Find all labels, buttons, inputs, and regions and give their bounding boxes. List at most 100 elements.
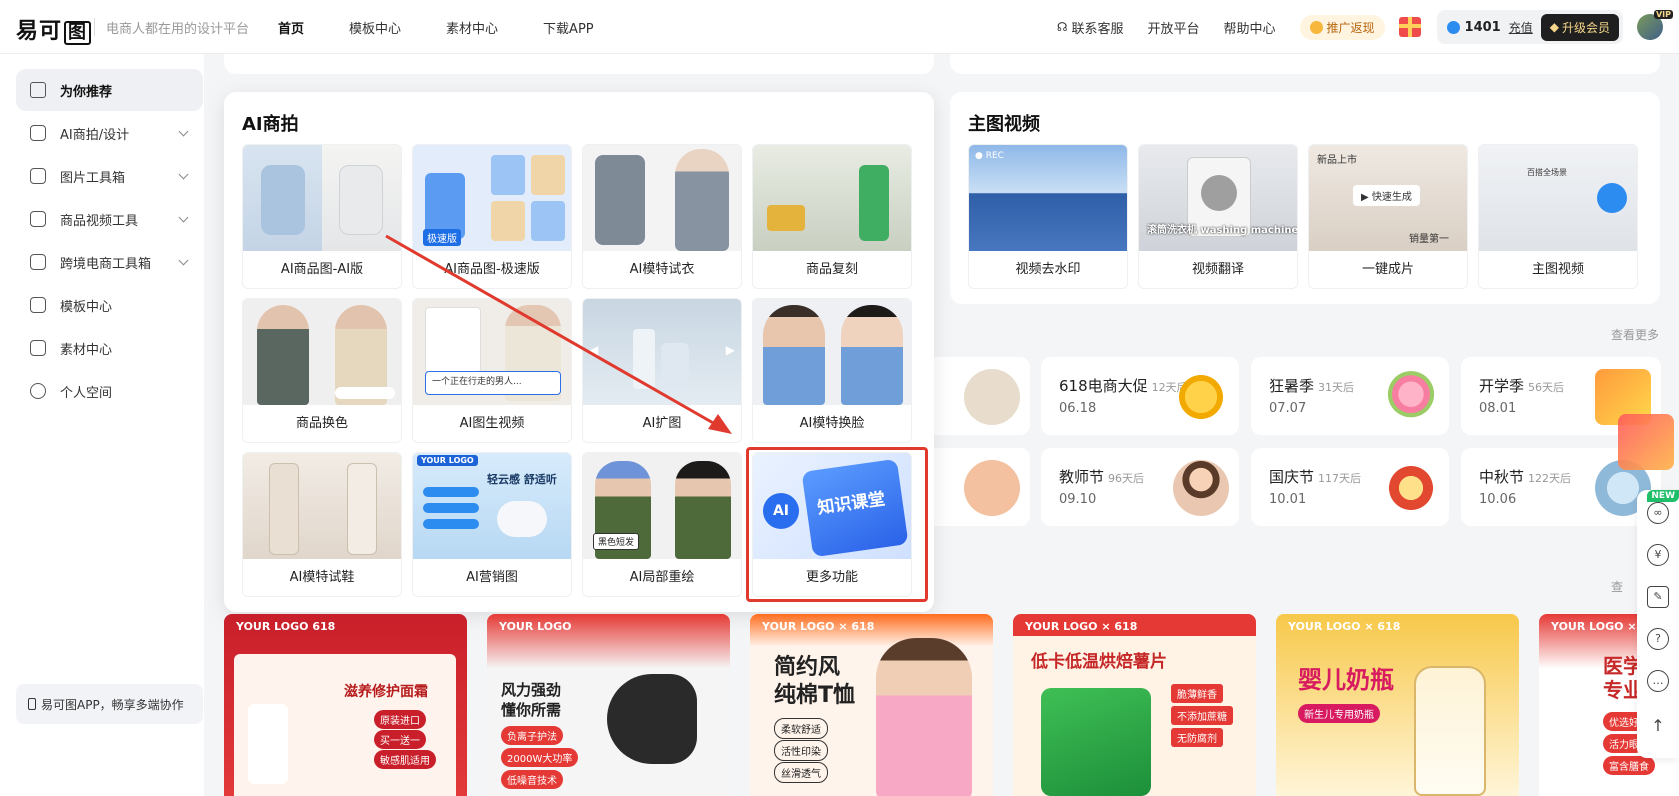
holiday-days: 122天后 — [1528, 472, 1572, 485]
holiday-days: 56天后 — [1528, 381, 1565, 394]
nav-download-app[interactable]: 下载APP — [543, 18, 594, 37]
video-card-main-video[interactable]: 百搭全场景 主图视频 — [1478, 144, 1638, 289]
banner-tag: 新生儿专用奶瓶 — [1298, 704, 1380, 723]
help-icon[interactable]: ? — [1647, 628, 1669, 650]
nav-templates[interactable]: 模板中心 — [349, 18, 401, 37]
card-thumbnail — [243, 299, 401, 405]
open-platform-link[interactable]: 开放平台 — [1148, 18, 1200, 37]
sidebar-item-crossborder[interactable]: 跨境电商工具箱 — [16, 241, 203, 283]
ai-card-face-swap[interactable]: AI模特换脸 — [752, 298, 912, 443]
ai-card-inpaint[interactable]: 黑色短发 AI局部重绘 — [582, 452, 742, 597]
holiday-name: 国庆节 117天后 — [1269, 466, 1361, 487]
model-image — [675, 149, 729, 251]
nav-home[interactable]: 首页 — [278, 18, 304, 37]
quick-generate-text: 快速生成 — [1371, 192, 1412, 203]
banner-tag: 柔软舒适 — [774, 718, 828, 739]
brand-slogan: 电商人都在用的设计平台 — [106, 22, 250, 37]
sidebar-item-recommend[interactable]: 为你推荐 — [16, 69, 203, 111]
holiday-days: 117天后 — [1318, 472, 1362, 485]
template-banner-dryer[interactable]: YOUR LOGO 风力强劲 懂你所需 负离子护法 2000W大功率 低噪音技术 — [487, 614, 730, 796]
expand-right-icon: ▶ — [725, 343, 735, 357]
ai-card-product-replicate[interactable]: 商品复刻 — [752, 144, 912, 289]
template-banner-cream[interactable]: YOUR LOGO 618 滋养修护面霜 原装进口 买一送一 敏感肌适用 — [224, 614, 467, 796]
ai-card-image-to-video[interactable]: 一个正在行走的男人... AI图生视频 — [412, 298, 572, 443]
ai-card-product-image-fast[interactable]: 极速版 AI商品图-极速版 — [412, 144, 572, 289]
baby-bottle-image — [1414, 666, 1486, 796]
ai-card-model-tryon[interactable]: AI模特试衣 — [582, 144, 742, 289]
rec-badge-text: REC — [985, 151, 1004, 161]
card-label: AI商品图-极速版 — [444, 262, 540, 277]
color-swatches — [335, 387, 395, 399]
new-badge: NEW — [1647, 490, 1679, 502]
phone-variant — [531, 155, 565, 195]
inpaint-prompt: 黑色短发 — [593, 533, 640, 550]
app-promo-button[interactable]: 易可图APP，畅享多端协作 — [16, 684, 203, 724]
boot-image — [269, 463, 299, 555]
templates-see-more-link[interactable]: 查 — [1611, 578, 1623, 595]
card-thumbnail: YOUR LOGO 轻云感 舒适听 — [413, 453, 571, 559]
holiday-date: 07.07 — [1269, 401, 1307, 416]
see-more-link[interactable]: 查看更多 — [1611, 326, 1659, 343]
sidebar-item-ai-design[interactable]: AI商拍/设计 — [16, 112, 203, 154]
holiday-card-teacher[interactable]: 教师节 96天后 09.10 — [1041, 448, 1239, 526]
link-icon[interactable]: ∞ — [1647, 502, 1669, 524]
banner-tag: 富含膳食 — [1603, 756, 1655, 775]
phone-variant — [531, 201, 565, 241]
brand-logo[interactable]: 易可图 — [16, 13, 92, 45]
nav-materials[interactable]: 素材中心 — [446, 18, 498, 37]
app-promo-label: 易可图APP，畅享多端协作 — [41, 697, 184, 712]
phone-icon — [28, 698, 36, 710]
card-label: 视频去水印 — [1015, 262, 1081, 277]
yuan-icon[interactable]: ¥ — [1647, 544, 1669, 566]
banner-tag: 丝滑透气 — [774, 762, 828, 783]
video-card-one-click[interactable]: 新品上市 ▶ 快速生成 销量第一 一键成片 — [1308, 144, 1468, 289]
holiday-card-618[interactable]: 618电商大促 12天后 06.18 — [1041, 357, 1239, 435]
gift-icon[interactable] — [1398, 17, 1421, 37]
banner-tag: 敏感肌适用 — [374, 750, 436, 769]
sidebar-item-label: 模板中心 — [60, 299, 113, 315]
customer-service-link[interactable]: ☊ 联系客服 — [1057, 18, 1124, 37]
upgrade-member-button[interactable]: ◆ 升级会员 — [1540, 13, 1619, 41]
top-right-actions: ☊ 联系客服 开放平台 帮助中心 推广返现 1401 充值 ◆ 升级会员 VIP — [1057, 0, 1679, 54]
sidebar-item-label: 商品视频工具 — [60, 213, 139, 229]
holiday-name: 中秋节 122天后 — [1479, 466, 1571, 487]
banner-tag: 买一送一 — [374, 730, 426, 749]
card-thumbnail: ◀ ▶ — [583, 299, 741, 405]
sidebar-item-personal[interactable]: 个人空间 — [16, 370, 203, 412]
credit-box: 1401 充值 ◆ 升级会员 — [1436, 10, 1623, 44]
holiday-card-summer[interactable]: 狂暑季 31天后 07.07 — [1251, 357, 1449, 435]
sidebar-item-image-toolbox[interactable]: 图片工具箱 — [16, 155, 203, 197]
fan-blue — [261, 165, 305, 235]
edit-icon[interactable]: ✎ — [1647, 586, 1669, 608]
caption-top: 百搭全场景 — [1527, 168, 1567, 177]
help-center-link[interactable]: 帮助中心 — [1224, 18, 1276, 37]
promo-cashback-button[interactable]: 推广返现 — [1299, 14, 1385, 40]
ai-card-image-expand[interactable]: ◀ ▶ AI扩图 — [582, 298, 742, 443]
back-to-top-icon[interactable]: ↑ — [1647, 716, 1669, 738]
holiday-name-text: 国庆节 — [1269, 468, 1315, 486]
banner-tag: 负离子护法 — [501, 726, 563, 745]
user-avatar[interactable]: VIP — [1637, 10, 1673, 40]
holiday-card-national[interactable]: 国庆节 117天后 10.01 — [1251, 448, 1449, 526]
fan-white — [339, 165, 383, 235]
toolbox-icon — [30, 168, 46, 184]
template-banner-chips[interactable]: YOUR LOGO × 618 低卡低温烘焙薯片 脆薄鲜香 不添加蔗糖 无防腐剂 — [1013, 614, 1256, 796]
holiday-name-text: 狂暑季 — [1269, 377, 1315, 395]
recharge-link[interactable]: 充值 — [1509, 19, 1533, 36]
ai-card-product-image-ai[interactable]: AI商品图-AI版 — [242, 144, 402, 289]
sidebar-item-templates[interactable]: 模板中心 — [16, 284, 203, 326]
model-b — [841, 305, 903, 405]
video-section-title: 主图视频 — [968, 114, 1040, 135]
template-banner-bottle[interactable]: YOUR LOGO × 618 婴儿奶瓶 新生儿专用奶瓶 — [1276, 614, 1519, 796]
gift-box-decoration[interactable] — [1618, 414, 1674, 470]
sidebar-item-materials[interactable]: 素材中心 — [16, 327, 203, 369]
ai-card-marketing[interactable]: YOUR LOGO 轻云感 舒适听 AI营销图 — [412, 452, 572, 597]
ai-card-product-recolor[interactable]: 商品换色 — [242, 298, 402, 443]
video-card-remove-watermark[interactable]: ● REC 视频去水印 — [968, 144, 1128, 289]
holiday-days: 31天后 — [1318, 381, 1355, 394]
chat-icon[interactable]: … — [1647, 670, 1669, 692]
ai-card-shoe-tryon[interactable]: AI模特试鞋 — [242, 452, 402, 597]
sidebar-item-video-tools[interactable]: 商品视频工具 — [16, 198, 203, 240]
template-banner-tshirt[interactable]: YOUR LOGO × 618 简约风 纯棉T恤 柔软舒适 活性印染 丝滑透气 — [750, 614, 993, 796]
video-card-translate[interactable]: 滚筒洗衣机 washing machine 视频翻译 — [1138, 144, 1298, 289]
